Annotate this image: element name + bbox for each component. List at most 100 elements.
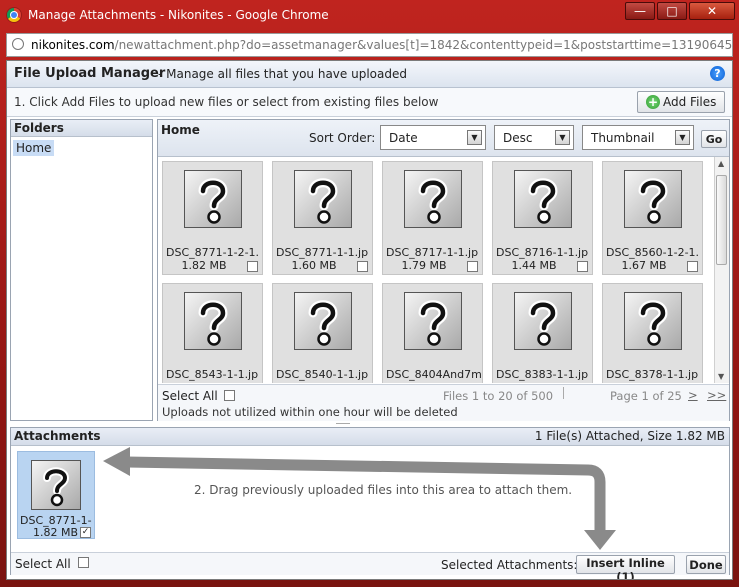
unknown-file-icon xyxy=(624,292,682,350)
files-count: Files 1 to 20 of 500 xyxy=(443,389,554,403)
chevron-down-icon: ▼ xyxy=(675,130,690,145)
asset-name: DSC_8717-1-1.jp xyxy=(386,246,479,259)
unknown-file-icon xyxy=(514,292,572,350)
attachments-summary: 1 File(s) Attached, Size 1.82 MB xyxy=(534,429,725,443)
select-all-label: Select All xyxy=(162,389,218,403)
url-path: /newattachment.php?do=assetmanager&value… xyxy=(114,38,733,52)
folders-title: Folders xyxy=(11,120,152,137)
selected-attachments-label: Selected Attachments: xyxy=(441,558,578,572)
unknown-file-icon xyxy=(404,292,462,350)
asset-thumbnail[interactable]: DSC_8716-1-1.jp 1.44 MB xyxy=(492,161,593,275)
minimize-button[interactable]: — xyxy=(625,2,655,20)
asset-name: DSC_8383-1-1.jp xyxy=(496,368,589,381)
asset-name: DSC_8543-1-1.jp xyxy=(166,368,259,381)
browser-window: Manage Attachments - Nikonites - Google … xyxy=(0,0,739,587)
pager-divider xyxy=(563,387,564,399)
unknown-file-icon xyxy=(31,460,81,510)
attachments-footer: Select All Selected Attachments: Insert … xyxy=(11,552,729,579)
attachments-select-all-label: Select All xyxy=(15,557,71,571)
scroll-down-icon[interactable]: ▼ xyxy=(718,372,724,381)
assets-panel: Home Sort Order: Date ▼ Desc ▼ Thumbnail… xyxy=(157,119,730,421)
close-button[interactable]: ✕ xyxy=(689,2,735,20)
asset-name: DSC_8771-1-2-1. xyxy=(166,246,260,259)
folders-panel: Folders Home xyxy=(10,119,153,421)
page-title: File Upload Manager xyxy=(14,66,166,81)
asset-thumbnail[interactable]: DSC_8771-1-2-1. 1.82 MB xyxy=(162,161,263,275)
add-icon: + xyxy=(646,95,660,109)
unknown-file-icon xyxy=(514,170,572,228)
asset-thumbnail[interactable]: DSC_8540-1-1.jp1.71 MB xyxy=(272,283,373,383)
current-folder: Home xyxy=(161,123,200,137)
scrollbar-thumb[interactable] xyxy=(716,175,727,265)
done-button[interactable]: Done xyxy=(686,555,726,574)
page-subtitle: - Manage all files that you have uploade… xyxy=(158,67,407,81)
upload-warning: Uploads not utilized within one hour wil… xyxy=(162,405,458,419)
window-title: Manage Attachments - Nikonites - Google … xyxy=(28,8,329,22)
attached-file[interactable]: DSC_8771-1- 1.82 MB ✓ xyxy=(17,451,95,539)
asset-name: DSC_8540-1-1.jp xyxy=(276,368,369,381)
chrome-icon xyxy=(7,8,21,22)
asset-size: 1.79 MB xyxy=(401,259,447,272)
go-button[interactable]: Go xyxy=(701,130,727,148)
asset-name: DSC_8404And7m xyxy=(386,368,482,381)
asset-name: DSC_8771-1-1.jp xyxy=(276,246,369,259)
attached-file-checkbox[interactable]: ✓ xyxy=(80,527,91,538)
asset-thumbnail[interactable]: DSC_8771-1-1.jp 1.60 MB xyxy=(272,161,373,275)
attachments-select-all-checkbox[interactable] xyxy=(78,557,89,568)
add-files-label: Add Files xyxy=(663,95,717,109)
help-icon[interactable]: ? xyxy=(710,66,725,81)
unknown-file-icon xyxy=(294,292,352,350)
unknown-file-icon xyxy=(184,170,242,228)
asset-checkbox[interactable] xyxy=(357,261,368,272)
title-bar[interactable]: Manage Attachments - Nikonites - Google … xyxy=(0,0,739,30)
asset-checkbox[interactable] xyxy=(467,261,478,272)
page-indicator: Page 1 of 25 xyxy=(610,389,682,403)
add-files-button[interactable]: + Add Files xyxy=(637,91,725,113)
asset-thumbnail[interactable]: DSC_8383-1-1.jp1.57 MB xyxy=(492,283,593,383)
attachments-panel[interactable]: Attachments 1 File(s) Attached, Size 1.8… xyxy=(10,427,730,579)
asset-footer: Select All Uploads not utilized within o… xyxy=(158,384,729,421)
asset-checkbox[interactable] xyxy=(687,261,698,272)
asset-thumbnail[interactable]: DSC_8717-1-1.jp 1.79 MB xyxy=(382,161,483,275)
asset-toolbar: Home Sort Order: Date ▼ Desc ▼ Thumbnail… xyxy=(158,120,729,157)
view-mode-value: Thumbnail xyxy=(591,131,655,145)
asset-checkbox[interactable] xyxy=(577,261,588,272)
asset-size: 1.67 MB xyxy=(621,259,667,272)
unknown-file-icon xyxy=(184,292,242,350)
attachment-manager-page: File Upload Manager - Manage all files t… xyxy=(6,60,733,580)
asset-size: 1.65 MB xyxy=(166,381,242,383)
instruction-row: 1. Click Add Files to upload new files o… xyxy=(7,88,732,117)
asset-checkbox[interactable] xyxy=(247,261,258,272)
url-host: nikonites.com xyxy=(31,38,115,52)
vertical-scrollbar[interactable]: ▲ ▼ xyxy=(714,157,729,383)
unknown-file-icon xyxy=(404,170,462,228)
view-mode-select[interactable]: Thumbnail ▼ xyxy=(582,125,694,150)
asset-name: DSC_8378-1-1.jp xyxy=(606,368,699,381)
attachments-title-text: Attachments xyxy=(14,429,101,443)
asset-size: 1.57 MB xyxy=(496,381,572,383)
asset-thumbnail[interactable]: DSC_8543-1-1.jp1.65 MB xyxy=(162,283,263,383)
address-bar[interactable]: nikonites.com/newattachment.php?do=asset… xyxy=(6,33,733,57)
folder-item-home[interactable]: Home xyxy=(13,140,55,156)
sort-by-select[interactable]: Date ▼ xyxy=(380,125,486,150)
window-controls: — □ ✕ xyxy=(623,2,735,20)
next-page-link[interactable]: > xyxy=(688,388,698,402)
asset-thumbnail[interactable]: DSC_8560-1-2-1. 1.67 MB xyxy=(602,161,703,275)
scroll-up-icon[interactable]: ▲ xyxy=(718,159,724,168)
sort-direction-select[interactable]: Desc ▼ xyxy=(494,125,574,150)
asset-name: DSC_8560-1-2-1. xyxy=(606,246,700,259)
asset-thumbnail[interactable]: DSC_8378-1-1.jp1.45 MB xyxy=(602,283,703,383)
unknown-file-icon xyxy=(294,170,352,228)
page-info-icon[interactable] xyxy=(12,38,24,50)
insert-inline-button[interactable]: Insert Inline (1) xyxy=(576,555,675,579)
last-page-link[interactable]: >> xyxy=(707,388,726,402)
asset-thumbnail[interactable]: DSC_8404And7m1.82 MB xyxy=(382,283,483,383)
sort-by-value: Date xyxy=(389,131,418,145)
asset-name: DSC_8716-1-1.jp xyxy=(496,246,589,259)
url-text[interactable]: nikonites.com/newattachment.php?do=asset… xyxy=(31,38,733,52)
maximize-button[interactable]: □ xyxy=(657,2,687,20)
drag-hint: 2. Drag previously uploaded files into t… xyxy=(194,483,573,497)
asset-grid: DSC_8771-1-2-1. 1.82 MB DSC_8771-1-1.jp 1.6… xyxy=(158,157,714,383)
asset-size: 1.71 MB xyxy=(276,381,352,383)
select-all-checkbox[interactable] xyxy=(224,390,235,401)
